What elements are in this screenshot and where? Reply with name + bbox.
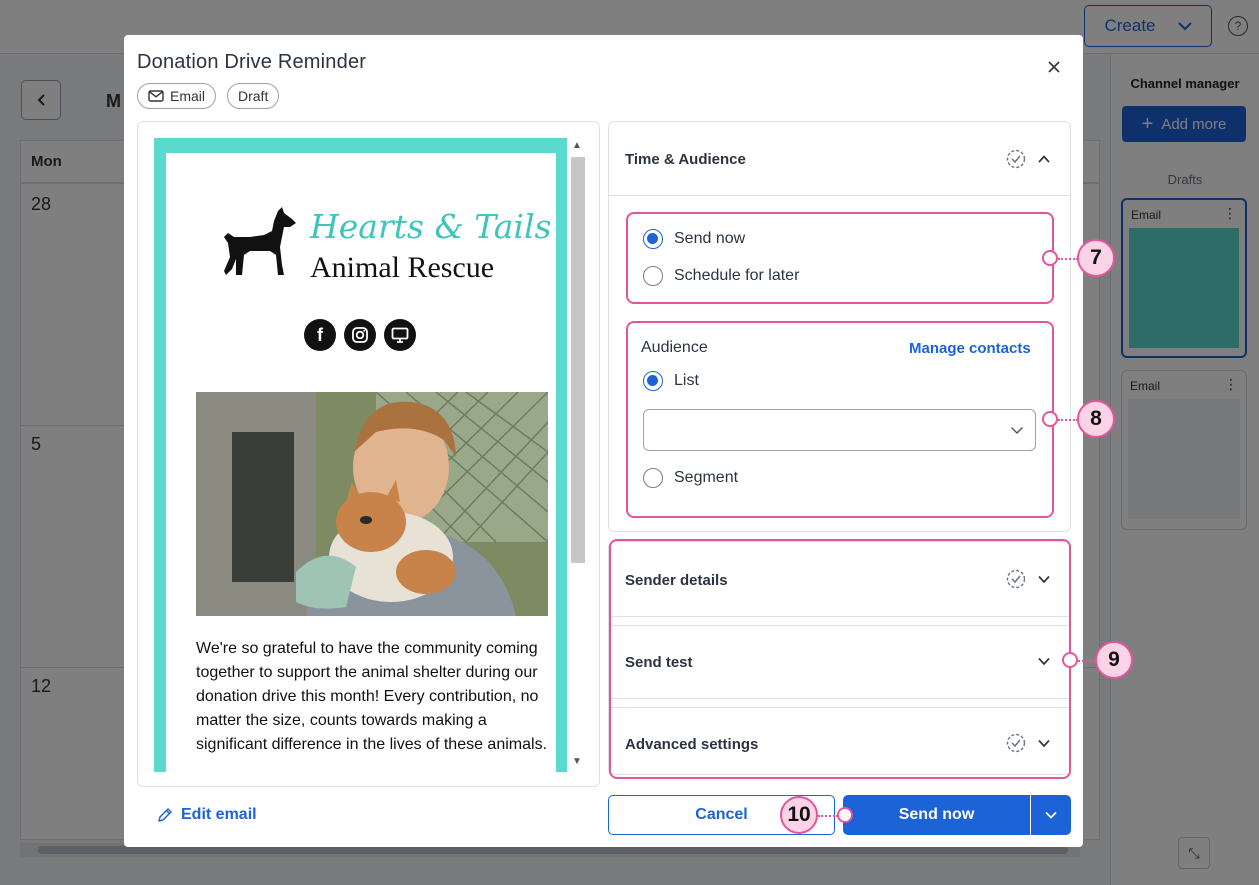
section-divider — [609, 698, 1070, 699]
chevron-down-icon — [1038, 739, 1050, 748]
send-options-dropdown[interactable] — [1031, 795, 1071, 835]
modal-title: Donation Drive Reminder — [137, 51, 367, 73]
callout-connector — [1058, 258, 1078, 260]
check-circle-icon — [1006, 733, 1026, 753]
pencil-icon — [158, 808, 172, 822]
chevron-up-icon[interactable] — [1037, 152, 1051, 166]
section-divider — [609, 625, 1070, 626]
schedule-later-label: Schedule for later — [674, 267, 800, 284]
section-divider — [609, 707, 1070, 708]
send-email-modal: Donation Drive Reminder Email Draft Hear… — [124, 35, 1083, 847]
instagram-icon[interactable] — [344, 319, 376, 351]
radio-unselected[interactable] — [643, 266, 663, 286]
preview-scrollbar[interactable]: ▲ ▼ — [569, 138, 585, 772]
send-now-radio[interactable]: Send now — [643, 229, 745, 249]
callout-connector — [1042, 250, 1058, 266]
logo: Hearts & Tails Animal Rescue — [220, 203, 551, 288]
email-chip: Email — [137, 83, 217, 109]
scroll-up-icon[interactable]: ▲ — [572, 140, 582, 151]
list-label: List — [674, 372, 699, 389]
chevron-down-icon — [1038, 657, 1050, 666]
segment-label: Segment — [674, 469, 739, 486]
callout-connector — [1058, 419, 1078, 421]
email-body: Hearts & Tails Animal Rescue f We're so … — [166, 153, 556, 772]
audience-label: Audience — [641, 339, 708, 356]
callout-connector — [1062, 652, 1078, 668]
edit-email-link[interactable]: Edit email — [157, 806, 257, 824]
collapsed-sections: Sender details Send test Advanced settin… — [608, 541, 1071, 775]
scroll-down-icon[interactable]: ▼ — [572, 756, 582, 767]
list-select[interactable] — [643, 409, 1036, 451]
close-icon — [1048, 61, 1060, 73]
section-divider — [609, 616, 1070, 617]
social-links: f — [304, 319, 416, 351]
callout-connector — [1078, 660, 1096, 662]
chevron-down-icon — [1011, 427, 1023, 434]
callout-badge: 9 — [1095, 641, 1133, 679]
callout-connector — [1042, 411, 1058, 427]
logo-script-text: Hearts & Tails — [310, 207, 552, 246]
website-icon[interactable] — [384, 319, 416, 351]
draft-chip: Draft — [227, 83, 280, 109]
sender-details-title: Sender details — [625, 572, 728, 589]
callout-badge: 8 — [1077, 400, 1115, 438]
email-preview: Hearts & Tails Animal Rescue f We're so … — [137, 121, 600, 787]
send-now-button[interactable]: Send now — [843, 795, 1030, 835]
time-audience-title: Time & Audience — [625, 151, 746, 168]
check-circle-icon — [1006, 149, 1026, 169]
mail-icon — [148, 90, 164, 102]
radio-selected[interactable] — [643, 371, 663, 391]
callout-badge: 7 — [1077, 239, 1115, 277]
callout-connector — [837, 807, 853, 823]
close-button[interactable] — [1042, 55, 1066, 79]
scrollbar-thumb[interactable] — [571, 157, 585, 563]
section-divider — [609, 195, 1070, 196]
email-frame: Hearts & Tails Animal Rescue f We're so … — [154, 138, 567, 772]
hero-image — [196, 392, 548, 616]
chevron-down-icon — [1038, 575, 1050, 584]
radio-unselected[interactable] — [643, 468, 663, 488]
callout-connector — [818, 815, 838, 817]
email-body-text: We're so grateful to have the community … — [196, 640, 548, 753]
segment-radio[interactable]: Segment — [643, 468, 738, 488]
email-chip-label: Email — [170, 88, 206, 104]
schedule-later-radio[interactable]: Schedule for later — [643, 266, 799, 286]
callout-badge: 10 — [780, 796, 818, 834]
logo-subtitle: Animal Rescue — [310, 251, 495, 284]
chevron-down-icon — [1045, 811, 1057, 819]
draft-chip-label: Draft — [238, 88, 269, 104]
advanced-settings-title: Advanced settings — [625, 736, 759, 753]
check-circle-icon — [1006, 569, 1026, 589]
list-radio[interactable]: List — [643, 371, 699, 391]
manage-contacts-link[interactable]: Manage contacts — [909, 340, 1031, 357]
edit-email-label: Edit email — [181, 806, 257, 823]
radio-selected[interactable] — [643, 229, 663, 249]
facebook-icon[interactable]: f — [304, 319, 336, 351]
send-test-title: Send test — [625, 654, 693, 671]
dog-silhouette-icon — [224, 207, 296, 275]
send-now-label: Send now — [674, 230, 746, 247]
